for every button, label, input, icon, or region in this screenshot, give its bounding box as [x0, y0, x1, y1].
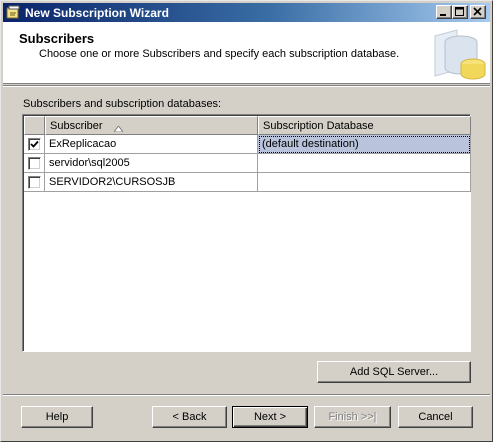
database-cell[interactable]: (default destination) [258, 135, 471, 154]
subscriber-checkbox[interactable] [28, 138, 41, 151]
minimize-icon [440, 14, 446, 16]
check-cell[interactable] [24, 154, 45, 173]
close-icon [473, 7, 482, 16]
subscriber-name: SERVIDOR2\CURSOSJB [49, 176, 176, 188]
grid-label: Subscribers and subscription databases: [23, 98, 222, 110]
column-header-subscription-database[interactable]: Subscription Database [258, 116, 471, 135]
check-cell[interactable] [24, 135, 45, 154]
subscribers-grid[interactable]: Subscriber Subscription Database ExRepli… [22, 114, 471, 352]
header-check-cell [24, 116, 45, 135]
wizard-app-icon [6, 5, 21, 20]
subscriber-name: servidor\sql2005 [49, 157, 130, 169]
subscriber-name: ExReplicacao [49, 138, 117, 150]
next-button[interactable]: Next > [232, 406, 308, 428]
column-header-subscriber[interactable]: Subscriber [45, 116, 258, 135]
page-subtitle: Choose one or more Subscribers and speci… [39, 48, 400, 60]
column-header-label: Subscriber [50, 120, 103, 132]
database-cell[interactable] [258, 173, 471, 192]
add-sql-server-button[interactable]: Add SQL Server... [317, 361, 471, 383]
help-button[interactable]: Help [21, 406, 93, 428]
wizard-header: Subscribers Choose one or more Subscribe… [3, 22, 490, 84]
sort-ascending-icon [113, 123, 124, 135]
grid-header-row: Subscriber Subscription Database [24, 116, 471, 135]
finish-button: Finish >>| [314, 406, 391, 428]
maximize-button[interactable] [452, 5, 468, 19]
subscriber-checkbox[interactable] [28, 176, 41, 189]
title-bar[interactable]: New Subscription Wizard [3, 3, 490, 22]
cancel-button[interactable]: Cancel [398, 406, 473, 428]
subscriber-cell[interactable]: ExReplicacao [45, 135, 258, 154]
close-button[interactable] [470, 5, 486, 19]
database-cylinder-icon [431, 24, 489, 85]
table-row[interactable]: ExReplicacao (default destination) [24, 135, 471, 154]
table-row[interactable]: servidor\sql2005 [24, 154, 471, 173]
subscriber-cell[interactable]: SERVIDOR2\CURSOSJB [45, 173, 258, 192]
wizard-window: New Subscription Wizard Subscribers Choo… [0, 0, 493, 442]
footer-separator [3, 394, 490, 396]
table-row[interactable]: SERVIDOR2\CURSOSJB [24, 173, 471, 192]
subscriber-checkbox[interactable] [28, 157, 41, 170]
maximize-icon [455, 7, 464, 16]
minimize-button[interactable] [436, 5, 452, 19]
back-button[interactable]: < Back [152, 406, 227, 428]
database-name: (default destination) [262, 138, 359, 150]
subscriber-cell[interactable]: servidor\sql2005 [45, 154, 258, 173]
header-separator [3, 85, 490, 87]
database-cell[interactable] [258, 154, 471, 173]
window-title: New Subscription Wizard [25, 6, 169, 20]
page-title: Subscribers [19, 31, 95, 46]
checkmark-icon [30, 140, 39, 148]
check-cell[interactable] [24, 173, 45, 192]
column-header-label: Subscription Database [263, 120, 374, 132]
